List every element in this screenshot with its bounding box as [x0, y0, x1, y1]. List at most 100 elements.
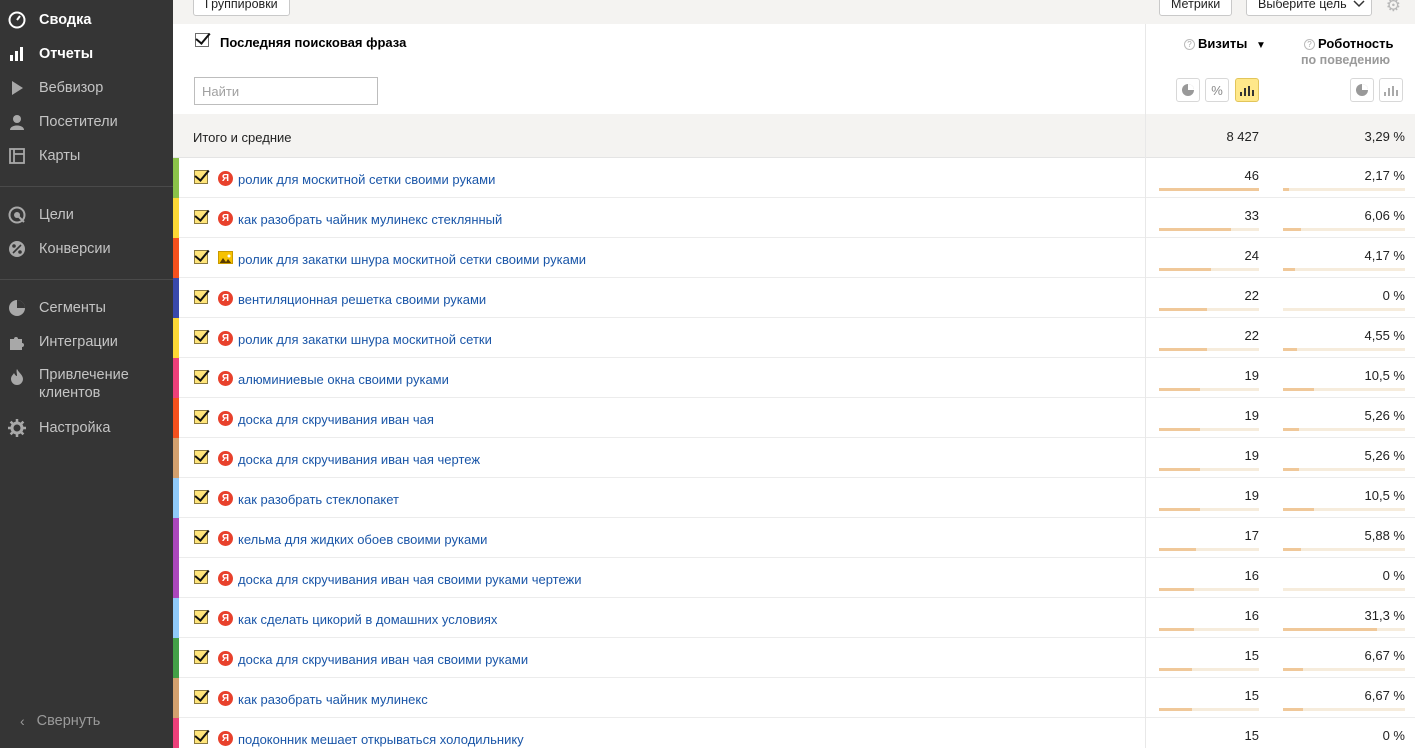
visits-value: 46: [1244, 168, 1259, 183]
report-main: Группировки Метрики Выберите цель ⚙ Посл…: [173, 0, 1415, 748]
bar-chart-icon: [8, 45, 26, 63]
search-phrase-link[interactable]: алюминиевые окна своими руками: [238, 372, 449, 387]
search-phrase-link[interactable]: как разобрать чайник мулинекс стеклянный: [238, 212, 502, 227]
row-checkbox[interactable]: [194, 170, 208, 184]
help-icon[interactable]: ?: [1184, 39, 1195, 50]
sidebar-item-label: Посетители: [39, 114, 118, 130]
row-checkbox[interactable]: [194, 450, 208, 464]
row-checkbox[interactable]: [194, 730, 208, 744]
row-checkbox[interactable]: [194, 650, 208, 664]
search-phrase-link[interactable]: ролик для москитной сетки своими руками: [238, 172, 495, 187]
sidebar-item-label: Привлечение клиентов: [39, 367, 129, 401]
robot-bar-fill: [1283, 388, 1314, 391]
search-phrase-link[interactable]: ролик для закатки шнура москитной сетки: [238, 332, 492, 347]
robot-pie-view-button[interactable]: [1350, 78, 1374, 102]
row-checkbox[interactable]: [194, 370, 208, 384]
robot-bar-track: [1283, 588, 1405, 591]
robot-value: 4,17 %: [1364, 248, 1405, 263]
row-checkbox[interactable]: [194, 570, 208, 584]
robot-column-header[interactable]: ? Роботность: [1304, 36, 1394, 51]
sidebar-item-8[interactable]: Сегменты: [0, 296, 173, 320]
row-checkbox[interactable]: [194, 490, 208, 504]
row-checkbox[interactable]: [194, 210, 208, 224]
search-phrase-link[interactable]: доска для скручивания иван чая чертеж: [238, 452, 480, 467]
visits-bar-fill: [1159, 188, 1259, 191]
table-row: Ядоска для скручивания иван чая чертеж 19…: [173, 438, 1415, 478]
table-row: Яролик для закатки шнура москитной сетки…: [173, 318, 1415, 358]
table-row: Ядоска для скручивания иван чая 19 5,26 %: [173, 398, 1415, 438]
search-phrase-link[interactable]: как сделать цикорий в домашних условиях: [238, 612, 497, 627]
search-phrase-link[interactable]: ролик для закатки шнура москитной сетки …: [238, 252, 586, 267]
sidebar-item-3[interactable]: Вебвизор: [0, 76, 173, 100]
search-phrase-link[interactable]: как разобрать стеклопакет: [238, 492, 399, 507]
robot-value: 0 %: [1382, 728, 1405, 743]
sidebar-item-2[interactable]: Отчеты: [0, 42, 173, 66]
sidebar-item-1[interactable]: Сводка: [0, 8, 173, 32]
robot-value: 2,17 %: [1364, 168, 1405, 183]
gear-icon: [8, 419, 26, 437]
sidebar-item-label: Интеграции: [39, 334, 118, 350]
sidebar-item-10[interactable]: Привлечение клиентов: [0, 364, 173, 404]
search-phrase-link[interactable]: доска для скручивания иван чая своими ру…: [238, 572, 582, 587]
dashboard-icon: [8, 11, 26, 29]
sidebar-item-7[interactable]: Конверсии: [0, 237, 173, 261]
sort-desc-icon[interactable]: ▼: [1256, 40, 1266, 51]
row-checkbox[interactable]: [194, 610, 208, 624]
row-checkbox[interactable]: [194, 410, 208, 424]
yandex-icon: Я: [218, 611, 233, 626]
search-phrase-link[interactable]: как разобрать чайник мулинекс: [238, 692, 428, 707]
row-checkbox[interactable]: [194, 290, 208, 304]
search-phrase-link[interactable]: вентиляционная решетка своими руками: [238, 292, 486, 307]
search-phrase-link[interactable]: доска для скручивания иван чая: [238, 412, 434, 427]
sidebar-item-label: Сводка: [39, 12, 92, 28]
visits-column-header[interactable]: ? Визиты ▼: [1184, 36, 1266, 51]
percent-view-button[interactable]: %: [1205, 78, 1229, 102]
yandex-icon: Я: [218, 171, 233, 186]
visits-column-label: Визиты: [1198, 36, 1248, 51]
sidebar-item-5[interactable]: Карты: [0, 144, 173, 168]
visits-value: 15: [1244, 688, 1259, 703]
robot-value: 31,3 %: [1364, 608, 1405, 623]
row-checkbox[interactable]: [194, 690, 208, 704]
percent-icon: %: [1211, 82, 1223, 98]
sidebar-item-4[interactable]: Посетители: [0, 110, 173, 134]
visits-bar-track: [1159, 668, 1259, 671]
collapse-label: Свернуть: [36, 713, 101, 729]
row-checkbox[interactable]: [194, 250, 208, 264]
robot-bar-track: [1283, 468, 1405, 471]
search-phrase-link[interactable]: кельма для жидких обоев своими руками: [238, 532, 487, 547]
percent-icon: [8, 240, 26, 258]
select-all-checkbox[interactable]: [195, 33, 209, 47]
search-phrase-link[interactable]: подоконник мешает открываться холодильни…: [238, 732, 524, 747]
help-icon[interactable]: ?: [1304, 39, 1315, 50]
robot-value: 5,88 %: [1364, 528, 1405, 543]
collapse-sidebar-button[interactable]: ‹ Свернуть: [20, 713, 100, 729]
row-checkbox[interactable]: [194, 530, 208, 544]
robot-column-sublabel: по поведению: [1301, 53, 1391, 67]
settings-gear-icon[interactable]: ⚙: [1386, 0, 1401, 16]
row-color-stripe: [173, 198, 179, 238]
metrics-button[interactable]: Метрики: [1159, 0, 1233, 16]
visits-value: 24: [1244, 248, 1259, 263]
totals-visits: 8 427: [1226, 129, 1259, 144]
table-row: Яподоконник мешает открываться холодильн…: [173, 718, 1415, 748]
bar-view-button[interactable]: [1235, 78, 1259, 102]
groupings-button[interactable]: Группировки: [193, 0, 290, 16]
yandex-icon: Я: [218, 291, 233, 306]
search-input[interactable]: [194, 77, 378, 105]
row-color-stripe: [173, 638, 179, 678]
visits-bar-fill: [1159, 428, 1200, 431]
robot-bar-view-button[interactable]: [1379, 78, 1403, 102]
sidebar-item-9[interactable]: Интеграции: [0, 330, 173, 354]
table-row: Якак разобрать чайник мулинекс стеклянны…: [173, 198, 1415, 238]
row-color-stripe: [173, 238, 179, 278]
sidebar-item-11[interactable]: Настройка: [0, 416, 173, 440]
row-checkbox[interactable]: [194, 330, 208, 344]
search-phrase-link[interactable]: доска для скручивания иван чая своими ру…: [238, 652, 528, 667]
visits-bar-fill: [1159, 308, 1207, 311]
sidebar-item-6[interactable]: Цели: [0, 203, 173, 227]
pie-view-button[interactable]: [1176, 78, 1200, 102]
goal-select[interactable]: Выберите цель: [1246, 0, 1372, 16]
row-color-stripe: [173, 278, 179, 318]
table-row: Ядоска для скручивания иван чая своими р…: [173, 638, 1415, 678]
